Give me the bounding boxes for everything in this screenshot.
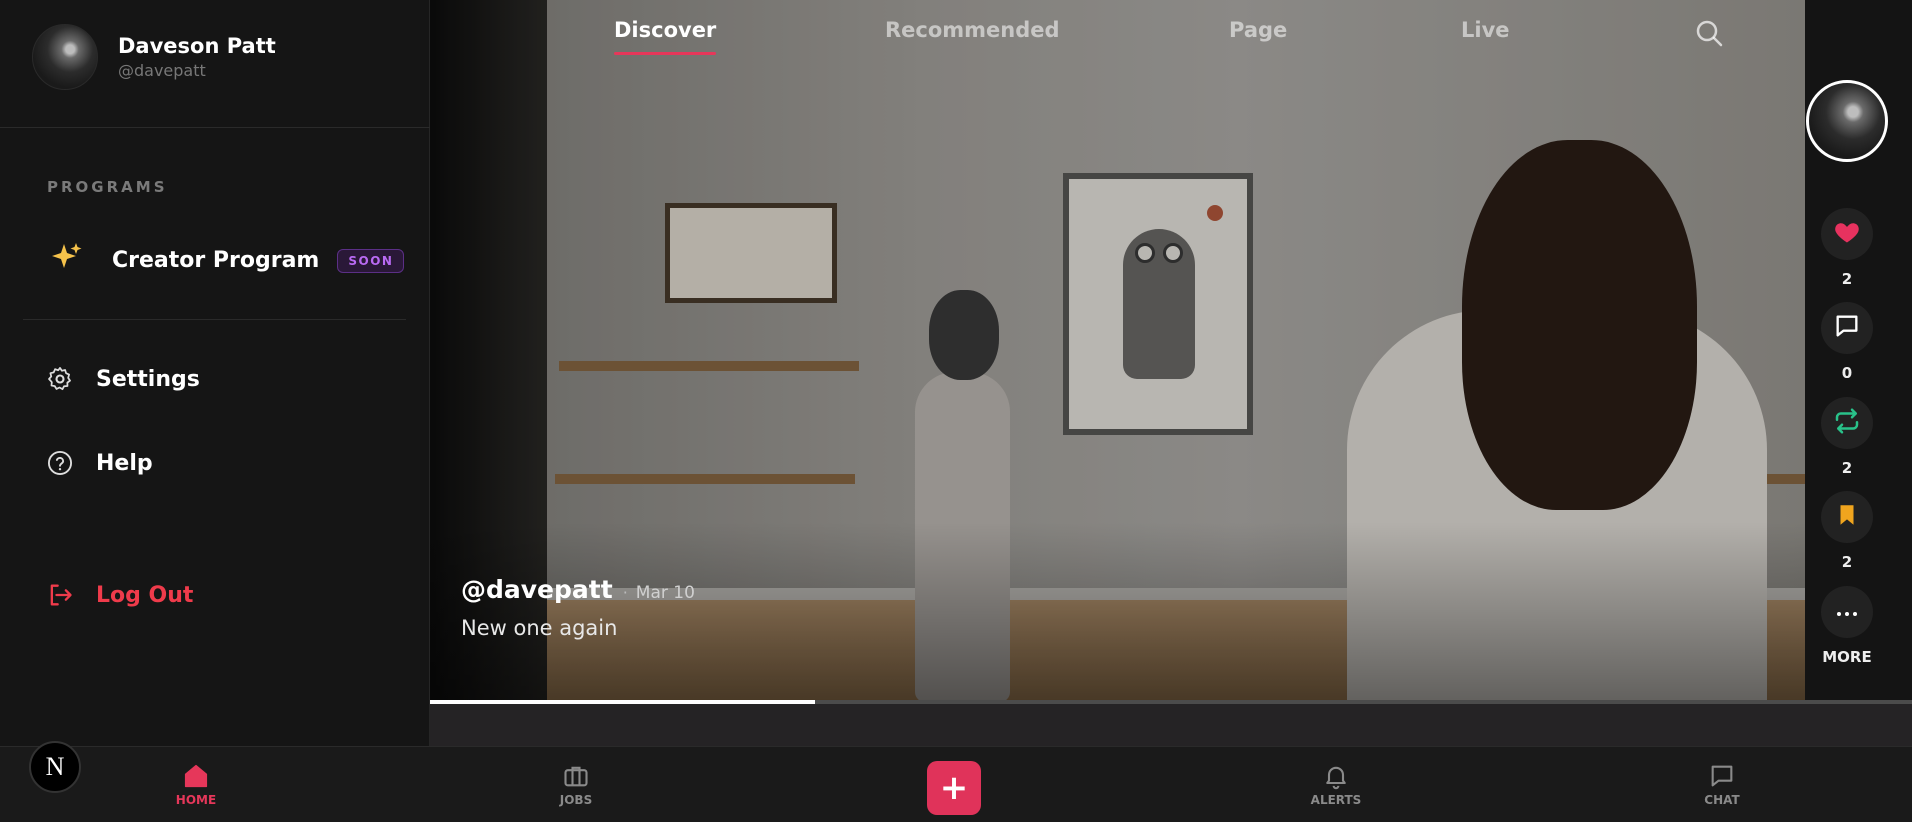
sidebar-item-settings[interactable]: Settings (46, 365, 200, 393)
tab-label: Discover (614, 18, 717, 42)
nav-alerts-label: ALERTS (1310, 793, 1362, 807)
sidebar: Daveson Patt @davepatt PROGRAMS Creator … (0, 0, 430, 746)
sidebar-item-help[interactable]: Help (46, 449, 153, 477)
briefcase-icon (526, 761, 626, 791)
save-button[interactable] (1821, 491, 1873, 543)
like-count: 2 (1841, 270, 1853, 288)
profile-handle: @davepatt (118, 61, 206, 80)
post-description: New one again (461, 616, 618, 640)
tab-page[interactable]: Page (1229, 18, 1287, 42)
tab-label: Live (1461, 18, 1510, 42)
repost-icon (1832, 406, 1862, 440)
ellipsis-icon (1835, 603, 1859, 622)
sidebar-item-label: Help (96, 450, 153, 476)
section-title-programs: PROGRAMS (47, 178, 168, 196)
bottom-nav: HOME JOBS + ALERTS CHAT (0, 746, 1912, 822)
app-logo[interactable]: N (29, 741, 81, 793)
logo-letter: N (45, 752, 65, 781)
sidebar-item-label: Settings (96, 366, 200, 392)
status-badge: SOON (337, 248, 405, 273)
video-progress-fill (430, 700, 816, 704)
profile-header[interactable]: Daveson Patt @davepatt (32, 24, 276, 90)
nav-alerts[interactable]: ALERTS (1286, 761, 1386, 807)
post-caption: @davepatt · Mar 10 New one again (461, 575, 695, 640)
nav-jobs-label: JOBS (559, 793, 593, 807)
nav-jobs[interactable]: JOBS (526, 761, 626, 807)
logout-icon (46, 581, 74, 609)
bell-icon (1286, 761, 1386, 791)
more-action[interactable]: MORE (1821, 586, 1873, 666)
repost-count: 2 (1841, 459, 1853, 477)
divider (0, 127, 430, 128)
nav-home-label: HOME (175, 793, 217, 807)
tab-label: Recommended (885, 18, 1060, 42)
avatar[interactable] (32, 24, 98, 90)
creator-avatar[interactable] (1806, 80, 1888, 162)
comment-count: 0 (1841, 364, 1853, 382)
active-tab-indicator (614, 52, 717, 55)
sidebar-item-creator-program[interactable]: Creator Program SOON (50, 240, 405, 281)
feed-tabs: Discover Recommended Page Live (430, 0, 1805, 70)
nav-home[interactable]: HOME (146, 761, 246, 807)
chat-icon (1672, 761, 1772, 791)
gear-icon (46, 365, 74, 393)
heart-icon (1833, 218, 1861, 250)
tab-label: Page (1229, 18, 1288, 42)
comment-action[interactable]: 0 (1821, 302, 1873, 382)
repost-action[interactable]: 2 (1821, 397, 1873, 477)
like-action[interactable]: 2 (1821, 208, 1873, 288)
player-footer-strip (430, 704, 1912, 746)
save-count: 2 (1841, 553, 1853, 571)
comment-button[interactable] (1821, 302, 1873, 354)
like-button[interactable] (1821, 208, 1873, 260)
comment-icon (1833, 312, 1861, 344)
sparkles-icon (50, 240, 86, 281)
tab-discover[interactable]: Discover (614, 18, 717, 55)
more-label: MORE (1822, 648, 1872, 666)
caption-separator: · (622, 583, 628, 602)
save-action[interactable]: 2 (1821, 491, 1873, 571)
post-date: Mar 10 (635, 583, 695, 603)
sidebar-item-label: Creator Program (112, 248, 320, 273)
tab-recommended[interactable]: Recommended (885, 18, 1060, 42)
repost-button[interactable] (1821, 397, 1873, 449)
tab-live[interactable]: Live (1461, 18, 1510, 42)
bookmark-icon (1834, 501, 1860, 533)
profile-name: Daveson Patt (118, 34, 276, 58)
more-button[interactable] (1821, 586, 1873, 638)
search-icon[interactable] (1694, 18, 1724, 52)
video-progress-bar[interactable] (430, 700, 1912, 704)
post-username[interactable]: @davepatt (461, 575, 613, 604)
home-icon (146, 761, 246, 791)
nav-chat-label: CHAT (1704, 793, 1740, 807)
divider (23, 319, 406, 320)
nav-chat[interactable]: CHAT (1672, 761, 1772, 807)
help-icon (46, 449, 74, 477)
logout-button[interactable]: Log Out (46, 581, 193, 609)
create-post-button[interactable]: + (927, 761, 981, 815)
plus-icon: + (939, 768, 969, 808)
sidebar-item-label: Log Out (96, 582, 194, 608)
